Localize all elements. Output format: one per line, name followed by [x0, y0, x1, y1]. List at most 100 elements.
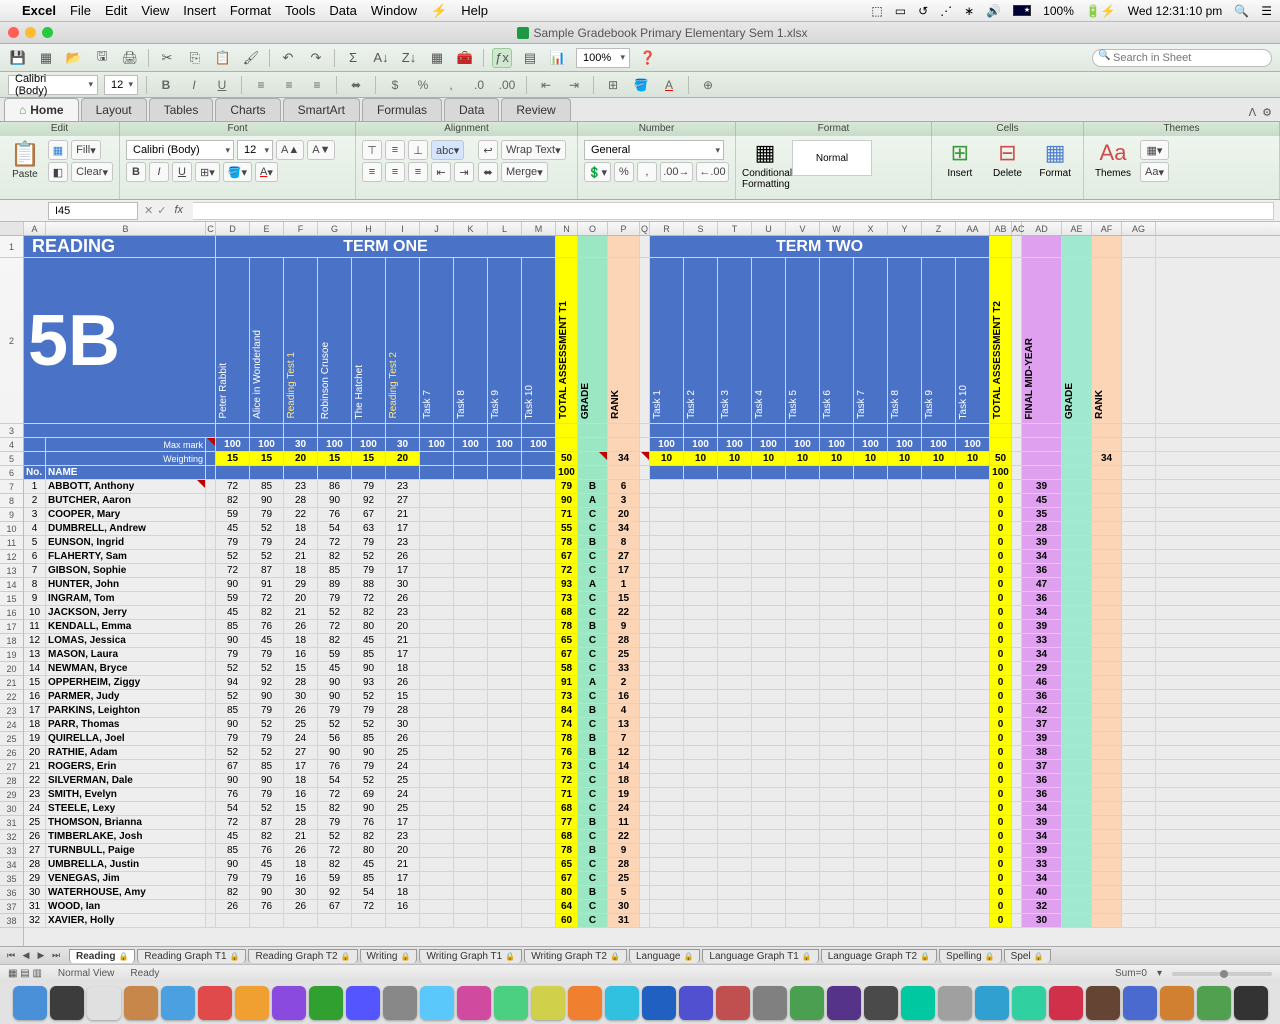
row-header-28[interactable]: 28 — [0, 774, 23, 788]
col-header-V[interactable]: V — [786, 222, 820, 235]
menu-view[interactable]: View — [141, 3, 169, 18]
eraser-icon[interactable]: ◧ — [48, 162, 68, 182]
comma-button-rb[interactable]: , — [637, 162, 657, 182]
col-header-K[interactable]: K — [454, 222, 488, 235]
decrease-font-button[interactable]: A▼ — [307, 140, 335, 160]
col-header-A[interactable]: A — [24, 222, 46, 235]
col-header-U[interactable]: U — [752, 222, 786, 235]
sort-desc-button[interactable]: Z↓ — [399, 48, 419, 68]
row-header-11[interactable]: 11 — [0, 536, 23, 550]
borders-button[interactable]: ⊞ — [602, 75, 624, 95]
grid-button[interactable]: ▦ — [36, 48, 56, 68]
row-header-32[interactable]: 32 — [0, 830, 23, 844]
student-name[interactable]: LOMAS, Jessica — [46, 634, 206, 647]
col-header-E[interactable]: E — [250, 222, 284, 235]
student-name[interactable]: KENDALL, Emma — [46, 620, 206, 633]
name-box[interactable]: I45 — [48, 202, 138, 220]
student-name[interactable]: FLAHERTY, Sam — [46, 550, 206, 563]
row-header-15[interactable]: 15 — [0, 592, 23, 606]
row-header-10[interactable]: 10 — [0, 522, 23, 536]
student-name[interactable]: BUTCHER, Aaron — [46, 494, 206, 507]
dock-app-17[interactable] — [642, 986, 676, 1020]
font-size-dropdown[interactable]: 12 — [104, 75, 138, 95]
dock-app-29[interactable] — [1086, 986, 1120, 1020]
row-header-37[interactable]: 37 — [0, 900, 23, 914]
search-input[interactable] — [1092, 49, 1272, 67]
student-name[interactable]: JACKSON, Jerry — [46, 606, 206, 619]
col-header-Q[interactable]: Q — [640, 222, 650, 235]
sheet-tab[interactable]: Writing🔒 — [360, 949, 418, 963]
student-name[interactable]: SMITH, Evelyn — [46, 788, 206, 801]
col-header-AF[interactable]: AF — [1092, 222, 1122, 235]
student-name[interactable]: ABBOTT, Anthony — [46, 480, 206, 493]
accept-formula-icon[interactable]: ✓ — [157, 204, 166, 217]
percent-button-rb[interactable]: % — [614, 162, 634, 182]
row-header-25[interactable]: 25 — [0, 732, 23, 746]
dock-app-16[interactable] — [605, 986, 639, 1020]
row-header-23[interactable]: 23 — [0, 704, 23, 718]
increase-indent-button[interactable]: ⇥ — [563, 75, 585, 95]
row-header-34[interactable]: 34 — [0, 858, 23, 872]
dock-app-1[interactable] — [50, 986, 84, 1020]
themes-button[interactable]: AaThemes — [1090, 140, 1136, 179]
font-name-dropdown[interactable]: Calibri (Body) — [8, 75, 98, 95]
sheet-tab[interactable]: Reading🔒 — [69, 949, 135, 963]
dock-app-20[interactable] — [753, 986, 787, 1020]
zoom-dropdown[interactable]: 100% — [576, 48, 630, 68]
ribbon-indent-left[interactable]: ⇤ — [431, 162, 451, 182]
tab-nav-prev[interactable]: ◀ — [19, 950, 33, 961]
worksheet-cells[interactable]: READINGTERM ONETERM TWO5BPeter RabbitAli… — [24, 236, 1280, 946]
col-header-D[interactable]: D — [216, 222, 250, 235]
ribbon-tab-tables[interactable]: Tables — [149, 98, 214, 121]
currency-button[interactable]: $ — [384, 75, 406, 95]
dock-app-18[interactable] — [679, 986, 713, 1020]
formula-input[interactable] — [193, 202, 1274, 220]
ribbon-align-center[interactable]: ≡ — [385, 162, 405, 182]
delete-cells-big[interactable]: ⊟Delete — [986, 140, 1030, 179]
open-button[interactable]: 📂 — [64, 48, 84, 68]
app-menu[interactable]: Excel — [22, 3, 56, 18]
row-header-30[interactable]: 30 — [0, 802, 23, 816]
cancel-formula-icon[interactable]: ✕ — [144, 204, 153, 217]
ribbon-tab-smartart[interactable]: SmartArt — [283, 98, 360, 121]
clock[interactable]: Wed 12:31:10 pm — [1128, 4, 1223, 18]
student-name[interactable]: INGRAM, Tom — [46, 592, 206, 605]
dock-app-15[interactable] — [568, 986, 602, 1020]
weighting-label[interactable]: Weighting — [46, 452, 206, 465]
ribbon-settings-icon[interactable]: ⚙ — [1262, 106, 1272, 119]
row-header-3[interactable]: 3 — [0, 424, 23, 438]
sort-asc-button[interactable]: A↓ — [371, 48, 391, 68]
fill-menu[interactable]: Fill ▾ — [71, 140, 101, 160]
flag-icon[interactable] — [1013, 5, 1031, 16]
merge-button[interactable]: ⬌ — [345, 75, 367, 95]
sync-icon[interactable]: ∗ — [964, 4, 974, 18]
ribbon-align-right[interactable]: ≡ — [408, 162, 428, 182]
col-header-AE[interactable]: AE — [1062, 222, 1092, 235]
row-header-38[interactable]: 38 — [0, 914, 23, 928]
merge-button-rb[interactable]: Merge ▾ — [501, 162, 548, 182]
sheet-tab[interactable]: Language🔒 — [629, 949, 700, 963]
col-header-O[interactable]: O — [578, 222, 608, 235]
save-as-button[interactable]: 🖫 — [92, 48, 112, 68]
format-painter-button[interactable]: 🖌 — [241, 48, 261, 68]
menu-data[interactable]: Data — [329, 3, 356, 18]
fill-color-button[interactable]: 🪣 — [630, 75, 652, 95]
save-button[interactable]: 💾 — [8, 48, 28, 68]
format-cells-big[interactable]: ▦Format — [1033, 140, 1077, 179]
dock-app-32[interactable] — [1197, 986, 1231, 1020]
menu-help[interactable]: Help — [461, 3, 488, 18]
row-header-26[interactable]: 26 — [0, 746, 23, 760]
autosum-button[interactable]: Σ — [343, 48, 363, 68]
col-header-H[interactable]: H — [352, 222, 386, 235]
merge-cells-icon[interactable]: ⬌ — [478, 162, 498, 182]
fx-button[interactable]: ƒx — [492, 48, 512, 68]
class-label[interactable]: 5B — [24, 258, 216, 423]
dock-app-22[interactable] — [827, 986, 861, 1020]
col-header-B[interactable]: B — [46, 222, 206, 235]
align-bottom-button[interactable]: ⊥ — [408, 140, 428, 160]
comma-button[interactable]: , — [440, 75, 462, 95]
sheet-tab[interactable]: Language Graph T2🔒 — [821, 949, 937, 963]
currency-dropdown[interactable]: 💲▾ — [584, 162, 611, 182]
sheet-tab[interactable]: Writing Graph T2🔒 — [524, 949, 627, 963]
dock-app-25[interactable] — [938, 986, 972, 1020]
